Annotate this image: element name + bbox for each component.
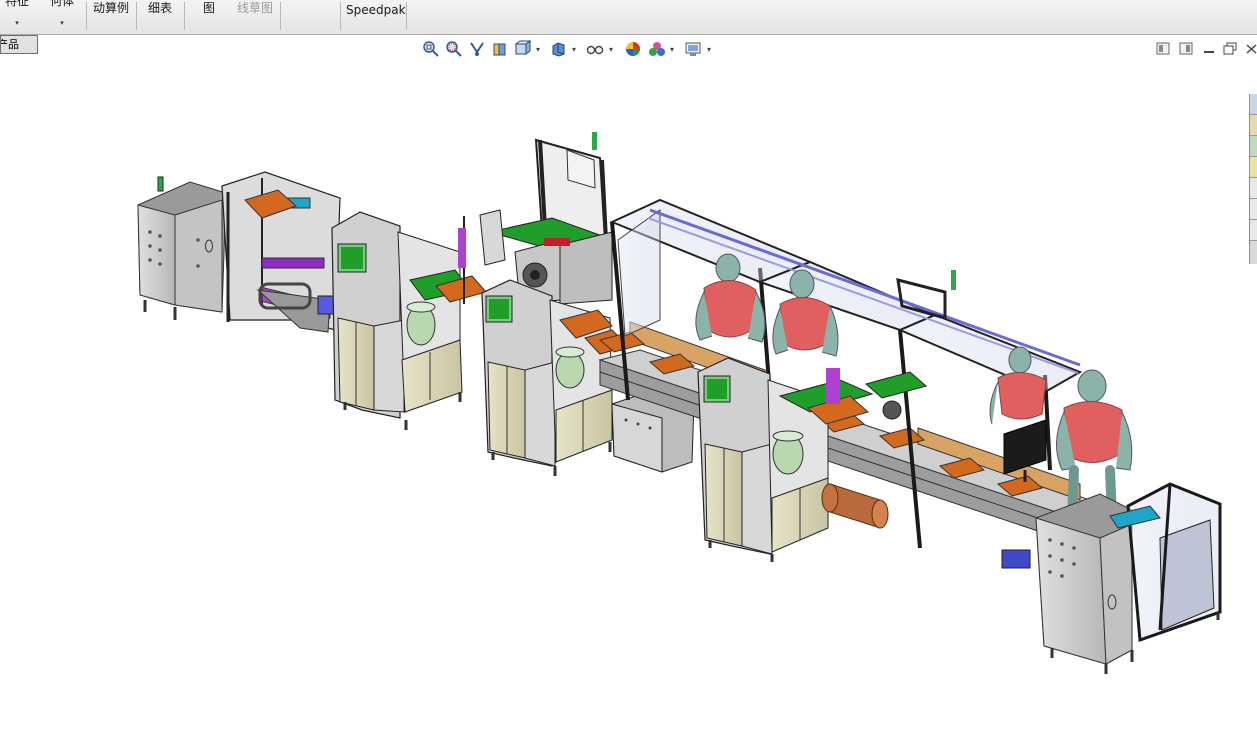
ribbon-new-study-button[interactable]: 动算例: [90, 0, 132, 34]
tile-left-icon[interactable]: [1156, 42, 1170, 55]
central-tower: [479, 132, 613, 305]
chevron-down-icon[interactable]: ▾: [536, 45, 540, 54]
ribbon-separator: [406, 2, 407, 30]
chevron-down-icon: ▾: [15, 19, 19, 27]
ribbon-separator: [184, 2, 185, 30]
command-ribbon: 特征 ▾ 何体 ▾ 动算例 细表 图 线草图 Speedpak: [0, 0, 1257, 35]
view-settings-icon[interactable]: [684, 40, 702, 58]
apply-scene-icon[interactable]: [648, 40, 666, 58]
chevron-down-icon[interactable]: ▾: [670, 45, 674, 54]
zoom-to-area-icon[interactable]: [445, 40, 463, 58]
edit-appearance-icon[interactable]: [624, 40, 642, 58]
hide-show-icon[interactable]: [586, 40, 604, 58]
tab-product[interactable]: 产品: [0, 35, 38, 54]
drum-tank: [821, 483, 889, 529]
section-view-icon[interactable]: [491, 40, 509, 58]
chevron-down-icon[interactable]: ▾: [707, 45, 711, 54]
ribbon-separator: [86, 2, 87, 30]
ribbon-features-button[interactable]: 特征 ▾: [0, 0, 34, 34]
chevron-down-icon: ▾: [60, 19, 64, 27]
ribbon-geometry-button[interactable]: 何体 ▾: [44, 0, 80, 34]
minimize-icon[interactable]: [1202, 42, 1216, 55]
chevron-down-icon[interactable]: ▾: [572, 45, 576, 54]
ribbon-view-button[interactable]: 图: [192, 0, 226, 34]
previous-view-icon[interactable]: [468, 40, 486, 58]
ribbon-separator: [136, 2, 137, 30]
station-2: [331, 211, 487, 430]
zoom-to-fit-icon[interactable]: [422, 40, 440, 58]
left-electrical-cabinet: [137, 176, 227, 320]
ribbon-speedpak-button[interactable]: Speedpak: [346, 2, 406, 36]
graphics-area-assembly-line[interactable]: [0, 60, 1257, 743]
motor-box: [1001, 549, 1031, 569]
ribbon-separator: [340, 2, 341, 30]
station-1-frame: [221, 171, 341, 333]
ribbon-sketch-button[interactable]: 线草图: [232, 0, 278, 34]
chevron-down-icon[interactable]: ▾: [609, 45, 613, 54]
ribbon-separator: [280, 2, 281, 30]
display-style-icon[interactable]: [550, 40, 568, 58]
tile-right-icon[interactable]: [1179, 42, 1193, 55]
view-orientation-icon[interactable]: [514, 40, 532, 58]
ribbon-bom-button[interactable]: 细表: [142, 0, 178, 34]
close-icon[interactable]: [1244, 42, 1257, 55]
restore-icon[interactable]: [1223, 42, 1237, 55]
